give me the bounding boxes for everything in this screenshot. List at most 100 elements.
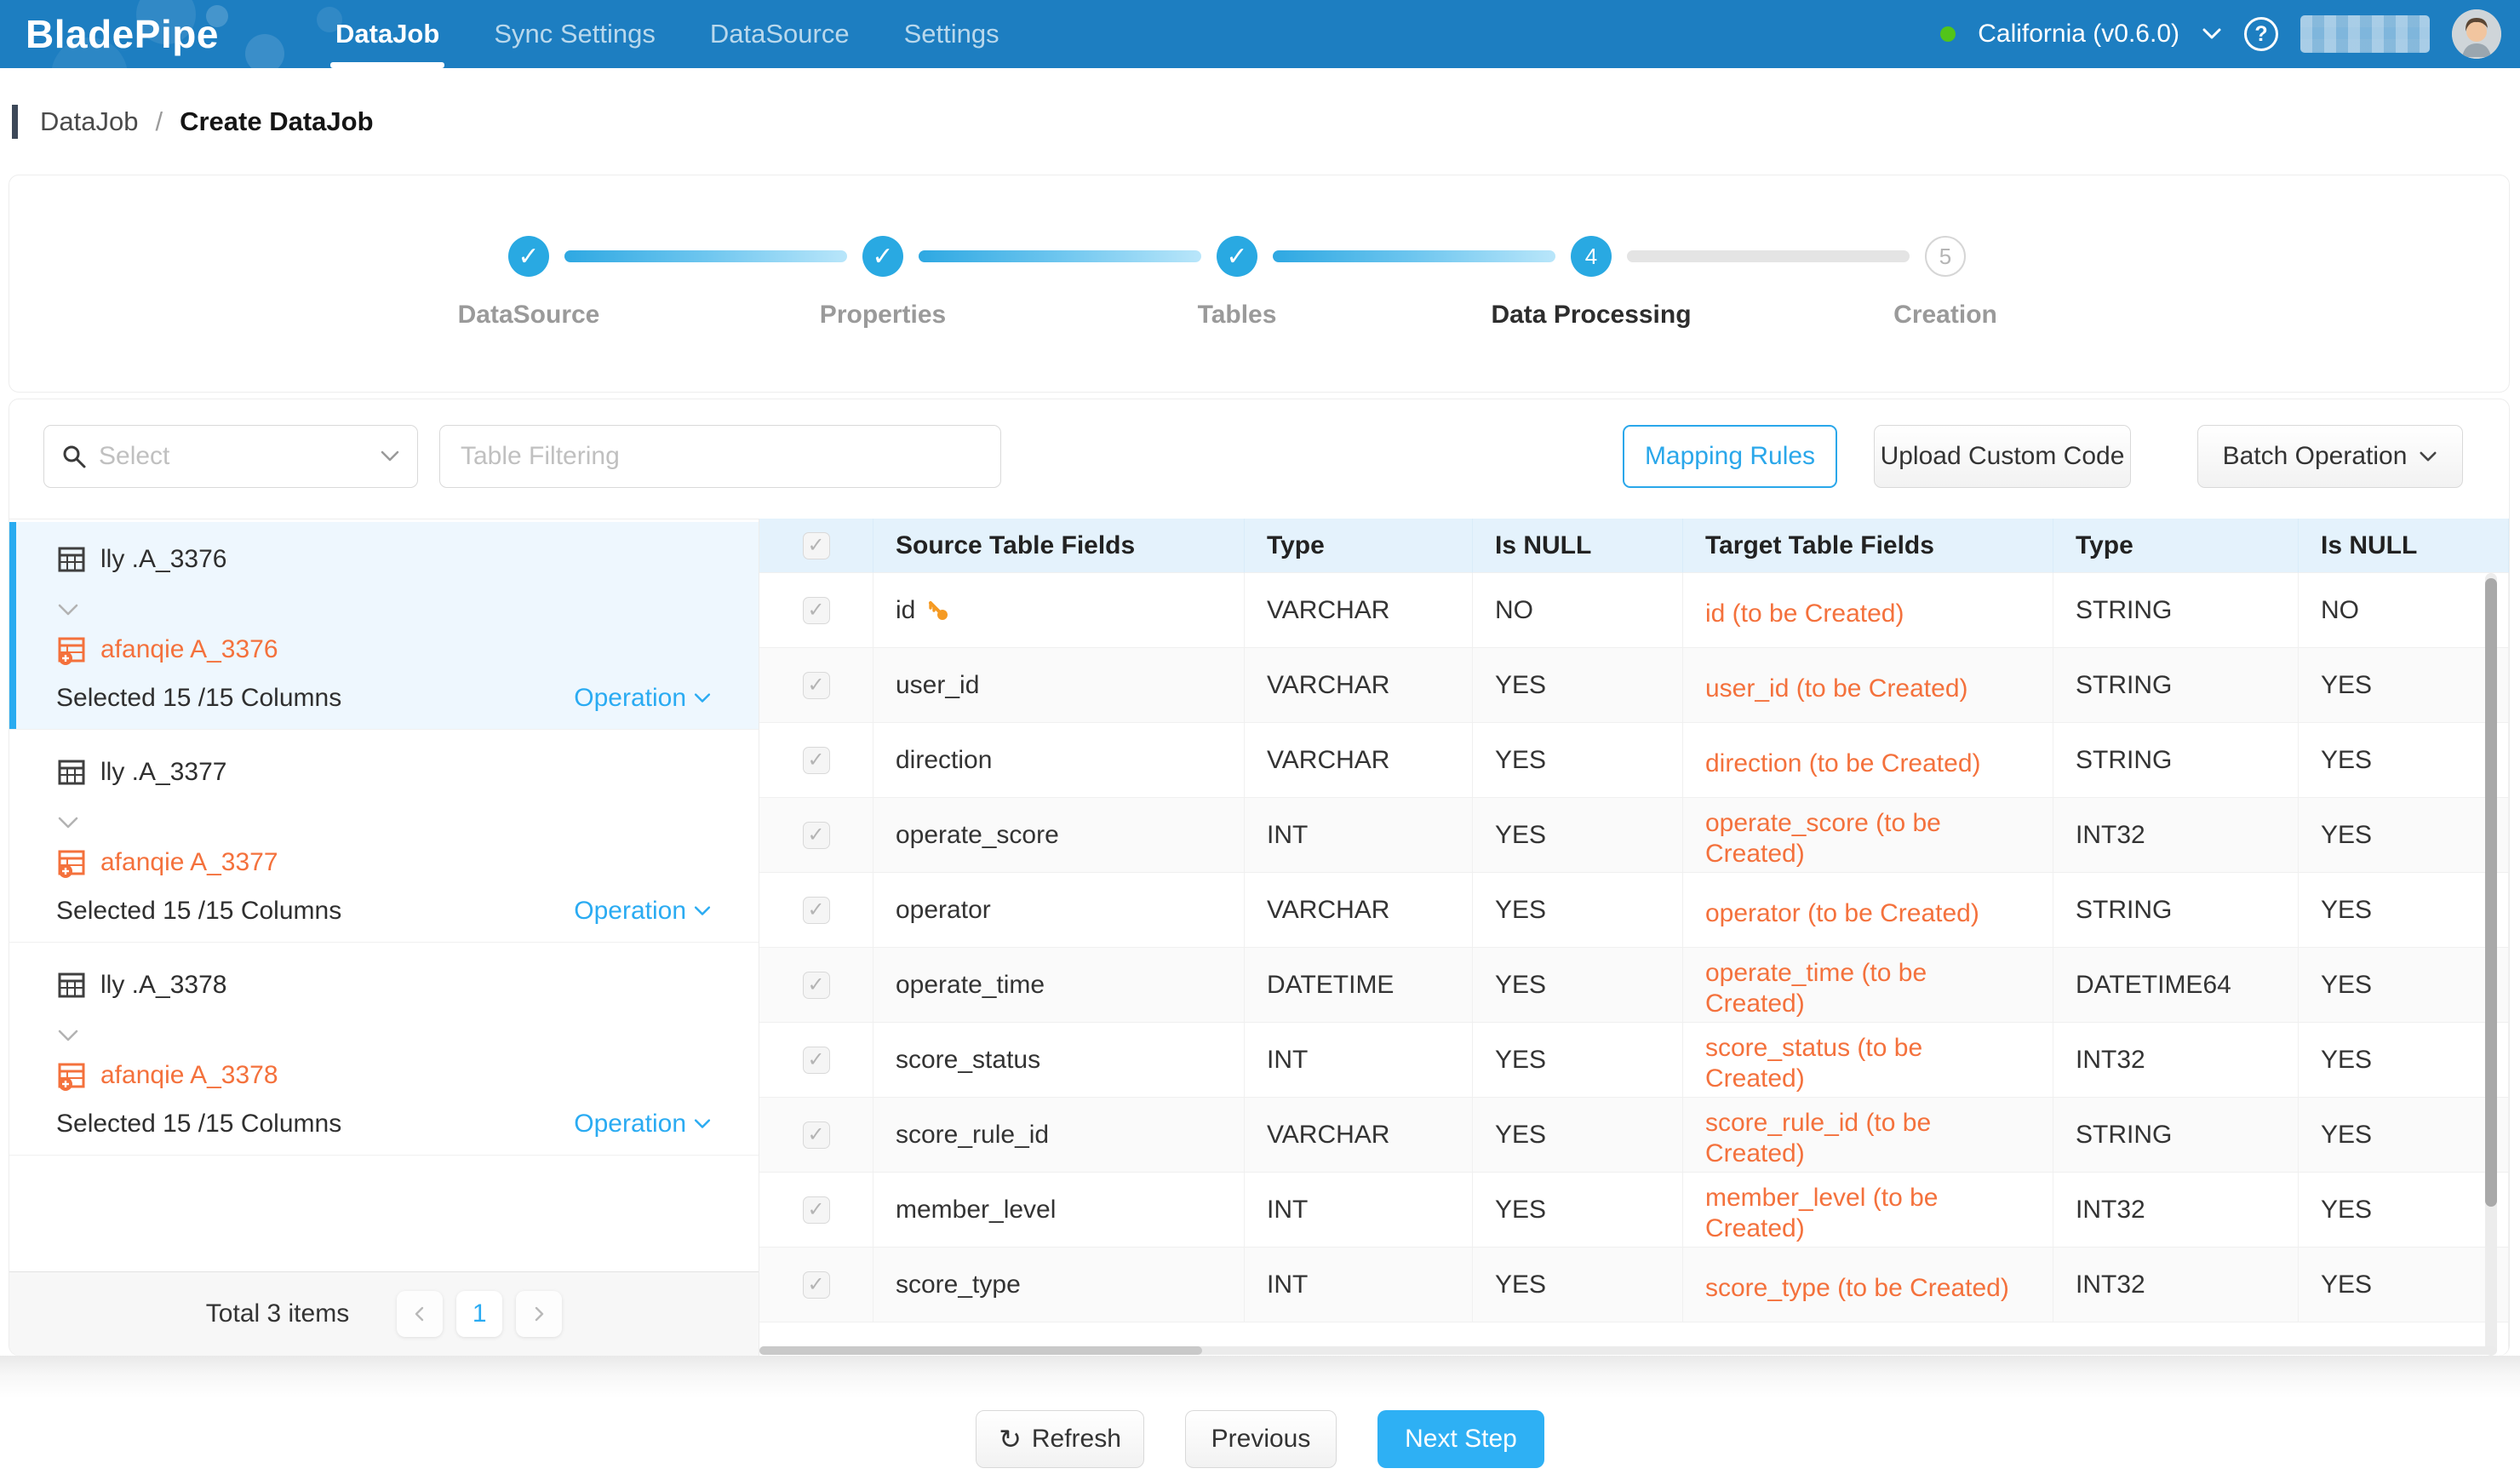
breadcrumb-separator: / (155, 106, 163, 137)
target-nullable: YES (2299, 1248, 2509, 1322)
footer-actions: ↻ Refresh Previous Next Step (0, 1398, 2520, 1480)
table-row: ✓ user_id VARCHAR YES user_id (to be Cre… (759, 648, 2509, 723)
source-nullable: YES (1473, 948, 1683, 1023)
table-filter-input[interactable] (461, 442, 980, 471)
previous-label: Previous (1211, 1425, 1311, 1454)
source-type: INT (1245, 1248, 1473, 1322)
selected-columns-info: Selected 15 /15 Columns (56, 897, 341, 926)
select-input[interactable] (99, 442, 354, 471)
col-header-target-isnull: Is NULL (2299, 519, 2509, 573)
refresh-button[interactable]: ↻ Refresh (976, 1410, 1144, 1468)
target-nullable: YES (2299, 1173, 2509, 1248)
batch-operation-button[interactable]: Batch Operation (2197, 425, 2463, 488)
vertical-scrollbar[interactable] (2485, 573, 2497, 1356)
source-type: VARCHAR (1245, 723, 1473, 798)
avatar[interactable] (2452, 9, 2501, 59)
breadcrumb-parent[interactable]: DataJob (40, 106, 138, 137)
target-type: STRING (2053, 723, 2299, 798)
total-items-label: Total 3 items (206, 1299, 349, 1328)
table-row: ✓ operator VARCHAR YES operator (to be C… (759, 873, 2509, 948)
select-all-checkbox[interactable]: ✓ (803, 532, 830, 559)
upload-custom-code-button[interactable]: Upload Custom Code (1874, 425, 2131, 488)
operation-label: Operation (574, 897, 686, 926)
chevron-down-icon (693, 1118, 712, 1130)
help-icon[interactable]: ? (2244, 17, 2278, 51)
tab-settings[interactable]: Settings (901, 0, 1003, 68)
table-row: ✓ id VARCHAR NO id (to be Created) STRIN… (759, 573, 2509, 648)
operation-link[interactable]: Operation (574, 897, 712, 926)
operation-link[interactable]: Operation (574, 684, 712, 713)
row-checkbox[interactable]: ✓ (803, 897, 830, 924)
question-glyph: ? (2254, 22, 2267, 47)
target-field-name: score_rule_id (to be Created) (1705, 1108, 2027, 1169)
check-icon: ✓ (807, 900, 824, 921)
breadcrumb-accent-bar (12, 105, 18, 139)
step-label-datasource: DataSource (458, 301, 600, 330)
tab-sync-settings[interactable]: Sync Settings (490, 0, 659, 68)
table-filter-field[interactable] (439, 425, 1001, 488)
operation-link[interactable]: Operation (574, 1110, 712, 1139)
target-nullable: YES (2299, 723, 2509, 798)
step-circle-datasource: ✓ (508, 236, 549, 277)
scrollbar-thumb[interactable] (759, 1346, 1202, 1355)
source-type: VARCHAR (1245, 1098, 1473, 1173)
step-number: 5 (1939, 244, 1951, 270)
step-label-creation: Creation (1893, 301, 1997, 330)
target-type: DATETIME64 (2053, 948, 2299, 1023)
app-logo: BladePipe (26, 0, 219, 68)
target-nullable: YES (2299, 873, 2509, 948)
row-checkbox[interactable]: ✓ (803, 972, 830, 999)
step-connector (919, 250, 1201, 262)
stepper: ✓ ✓ ✓ 4 5 (508, 236, 1966, 277)
step-number: 4 (1585, 244, 1597, 270)
target-table-row: afanqie A_3378 (56, 1060, 278, 1091)
table-pair-item[interactable]: lly .A_3376 afanqie A_3376 Selected 15 /… (9, 522, 759, 730)
row-checkbox[interactable]: ✓ (803, 822, 830, 849)
expand-chevron-icon[interactable] (56, 815, 80, 830)
target-type: STRING (2053, 648, 2299, 723)
source-table-name: lly .A_3377 (100, 758, 226, 787)
top-nav: BladePipe DataJob Sync Settings DataSour… (0, 0, 2520, 68)
row-checkbox[interactable]: ✓ (803, 1121, 830, 1149)
row-checkbox[interactable]: ✓ (803, 597, 830, 624)
table-pair-item[interactable]: lly .A_3378 afanqie A_3378 Selected 15 /… (9, 948, 759, 1156)
next-page-button[interactable] (516, 1291, 562, 1337)
tab-datajob[interactable]: DataJob (332, 0, 443, 68)
source-field-name: user_id (896, 671, 979, 700)
row-checkbox[interactable]: ✓ (803, 747, 830, 774)
row-checkbox[interactable]: ✓ (803, 1271, 830, 1299)
step-connector (1273, 250, 1555, 262)
source-type: VARCHAR (1245, 573, 1473, 648)
horizontal-scrollbar[interactable] (759, 1346, 2497, 1355)
check-icon: ✓ (807, 1125, 824, 1145)
source-type: INT (1245, 798, 1473, 873)
target-field-name: user_id (to be Created) (1705, 674, 2027, 704)
next-step-label: Next Step (1405, 1425, 1517, 1454)
row-checkbox[interactable]: ✓ (803, 1196, 830, 1224)
source-type: VARCHAR (1245, 648, 1473, 723)
table-row: ✓ operate_time DATETIME YES operate_time… (759, 948, 2509, 1023)
page-number-button[interactable]: 1 (456, 1291, 502, 1337)
source-nullable: YES (1473, 873, 1683, 948)
previous-button[interactable]: Previous (1185, 1410, 1337, 1468)
scrollbar-thumb[interactable] (2485, 578, 2497, 1207)
step-connector (564, 250, 847, 262)
next-step-button[interactable]: Next Step (1377, 1410, 1544, 1468)
target-table-name: afanqie A_3377 (100, 848, 278, 877)
target-nullable: YES (2299, 1023, 2509, 1098)
selected-columns-info: Selected 15 /15 Columns (56, 684, 341, 713)
prev-page-button[interactable] (397, 1291, 443, 1337)
tab-datasource[interactable]: DataSource (707, 0, 853, 68)
expand-chevron-icon[interactable] (56, 1028, 80, 1043)
chevron-down-icon (380, 450, 400, 463)
select-dropdown[interactable] (43, 425, 418, 488)
chevron-down-icon[interactable] (2202, 27, 2222, 41)
region-selector[interactable]: California (v0.6.0) (1978, 20, 2179, 49)
table-pair-item[interactable]: lly .A_3377 afanqie A_3377 Selected 15 /… (9, 735, 759, 943)
page: BladePipe DataJob Sync Settings DataSour… (0, 0, 2520, 1480)
row-checkbox[interactable]: ✓ (803, 1047, 830, 1074)
mapping-rules-button[interactable]: Mapping Rules (1623, 425, 1837, 488)
batch-operation-label: Batch Operation (2223, 442, 2408, 471)
row-checkbox[interactable]: ✓ (803, 672, 830, 699)
expand-chevron-icon[interactable] (56, 602, 80, 617)
